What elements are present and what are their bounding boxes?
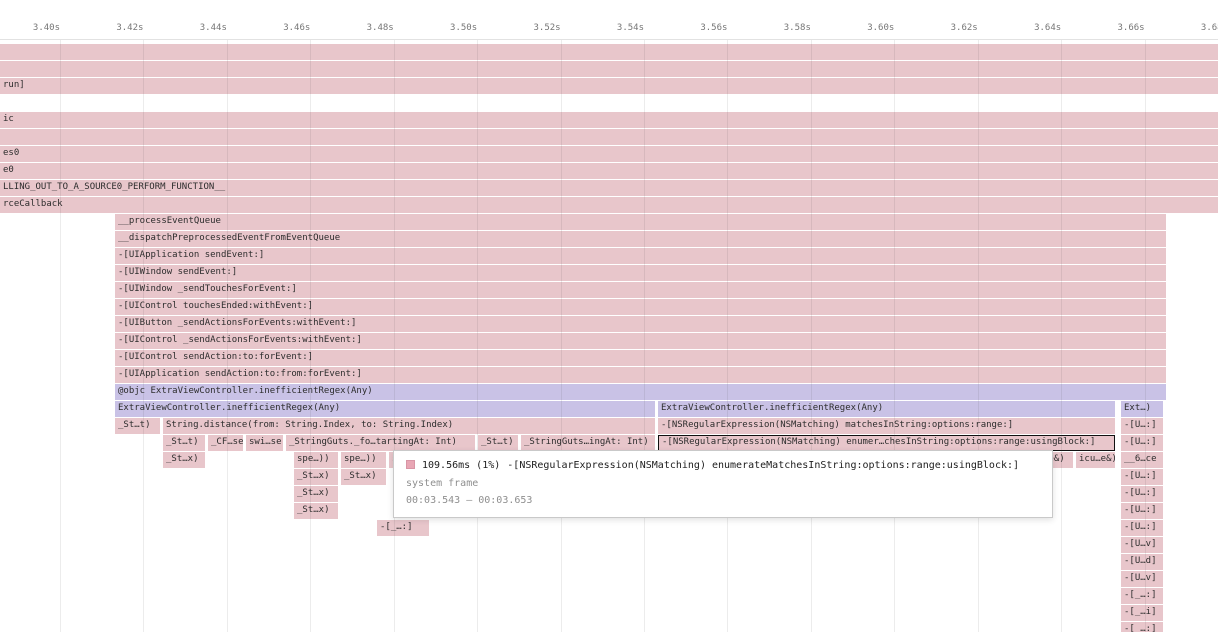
- flame-frame[interactable]: _StringGuts._fo…tartingAt: Int): [286, 435, 475, 451]
- flame-frame[interactable]: [0, 61, 1218, 77]
- flame-frame[interactable]: -[U…:]: [1121, 435, 1163, 451]
- flame-frame[interactable]: e0: [0, 163, 1218, 179]
- flame-frame-selected[interactable]: -[NSRegularExpression(NSMatching) enumer…: [658, 435, 1115, 451]
- flame-frame[interactable]: -[UIWindow _sendTouchesForEvent:]: [115, 282, 1166, 298]
- flame-frame[interactable]: -[UIApplication sendEvent:]: [115, 248, 1166, 264]
- time-tick-label: 3.56s: [671, 23, 727, 33]
- flame-frame[interactable]: Ext…): [1121, 401, 1163, 417]
- flame-frame[interactable]: __6…ce: [1121, 452, 1163, 468]
- flame-frame[interactable]: icu…e&): [1076, 452, 1115, 468]
- flame-frame[interactable]: _CF…se: [208, 435, 243, 451]
- time-ruler[interactable]: 3.40s 3.42s 3.44s 3.46s 3.48s 3.50s 3.52s 3.54s…: [0, 0, 1218, 40]
- flame-chart-view[interactable]: 3.40s 3.42s 3.44s 3.46s 3.48s 3.50s 3.52s 3.54s…: [0, 0, 1218, 632]
- flame-frame[interactable]: -[UIControl touchesEnded:withEvent:]: [115, 299, 1166, 315]
- flame-frame[interactable]: [0, 44, 1218, 60]
- flame-frame[interactable]: -[U…d]: [1121, 554, 1163, 570]
- time-tick-label: 3.58s: [755, 23, 811, 33]
- tooltip-frame-kind: system frame: [406, 475, 1040, 492]
- flame-frame[interactable]: LLING_OUT_TO_A_SOURCE0_PERFORM_FUNCTION_…: [0, 180, 1218, 196]
- flame-frame[interactable]: -[_…:]: [377, 520, 429, 536]
- flame-frame[interactable]: -[U…:]: [1121, 520, 1163, 536]
- flame-frame[interactable]: es0: [0, 146, 1218, 162]
- flame-frame[interactable]: -[_…i]: [1121, 605, 1163, 621]
- flame-frame[interactable]: -[U…:]: [1121, 503, 1163, 519]
- flame-frame[interactable]: _St…t): [478, 435, 518, 451]
- flame-frame[interactable]: spe…)): [341, 452, 386, 468]
- flame-frame[interactable]: _St…x): [341, 469, 386, 485]
- time-tick-label: 3.54s: [588, 23, 644, 33]
- flame-frame[interactable]: -[UIApplication sendAction:to:from:forEv…: [115, 367, 1166, 383]
- flame-frame[interactable]: ExtraViewController.inefficientRegex(Any…: [658, 401, 1115, 417]
- time-tick-label: 3.44s: [171, 23, 227, 33]
- flame-frame[interactable]: __processEventQueue: [115, 214, 1166, 230]
- flame-frame[interactable]: -[UIControl _sendActionsForEvents:withEv…: [115, 333, 1166, 349]
- flame-frame[interactable]: -[_…:]: [1121, 588, 1163, 604]
- tooltip-symbol: -[NSRegularExpression(NSMatching) enumer…: [507, 460, 1019, 471]
- time-tick-label: 3.52s: [505, 23, 561, 33]
- flame-frame[interactable]: _StringGuts…ingAt: Int): [521, 435, 655, 451]
- flame-frame[interactable]: _St…t): [163, 435, 205, 451]
- tooltip-duration: 109.56ms (1%): [422, 460, 500, 471]
- flame-frame[interactable]: _St…x): [294, 486, 338, 502]
- flame-frame[interactable]: swi…se: [246, 435, 283, 451]
- flame-frame[interactable]: -[U…:]: [1121, 418, 1163, 434]
- flame-frame[interactable]: -[_…:]: [1121, 622, 1163, 632]
- flame-frame[interactable]: [0, 129, 1218, 145]
- frame-color-swatch-icon: [406, 460, 415, 469]
- time-tick-label: 3.40s: [4, 23, 60, 33]
- time-tick-label: 3.48s: [338, 23, 394, 33]
- time-tick-label: 3.66s: [1089, 23, 1145, 33]
- time-tick-label: 3.68s: [1172, 23, 1218, 33]
- flame-frame[interactable]: _St…x): [163, 452, 205, 468]
- time-tick-label: 3.46s: [254, 23, 310, 33]
- flame-frame[interactable]: -[U…v]: [1121, 537, 1163, 553]
- flame-frame[interactable]: -[U…v]: [1121, 571, 1163, 587]
- flame-frame[interactable]: spe…)): [294, 452, 338, 468]
- flame-frame[interactable]: @objc ExtraViewController.inefficientReg…: [115, 384, 1166, 400]
- flame-frame[interactable]: __dispatchPreprocessedEventFromEventQueu…: [115, 231, 1166, 247]
- frame-tooltip: 109.56ms (1%) -[NSRegularExpression(NSMat…: [393, 450, 1053, 518]
- flame-frame[interactable]: run]: [0, 78, 1218, 94]
- flame-frame[interactable]: -[U…:]: [1121, 486, 1163, 502]
- flame-frame[interactable]: _St…x): [294, 469, 338, 485]
- flame-frame[interactable]: ExtraViewController.inefficientRegex(Any…: [115, 401, 655, 417]
- flame-frame[interactable]: -[U…:]: [1121, 469, 1163, 485]
- time-tick-label: 3.62s: [922, 23, 978, 33]
- flame-frame[interactable]: -[UIWindow sendEvent:]: [115, 265, 1166, 281]
- time-tick-label: 3.50s: [421, 23, 477, 33]
- time-tick-label: 3.64s: [1005, 23, 1061, 33]
- flame-frame[interactable]: -[UIControl sendAction:to:forEvent:]: [115, 350, 1166, 366]
- tooltip-time-range: 00:03.543 — 00:03.653: [406, 492, 1040, 509]
- time-tick-label: 3.42s: [87, 23, 143, 33]
- flame-frame[interactable]: -[NSRegularExpression(NSMatching) matche…: [658, 418, 1115, 434]
- flame-frame[interactable]: _St…x): [294, 503, 338, 519]
- tooltip-title: 109.56ms (1%) -[NSRegularExpression(NSMat…: [406, 457, 1040, 475]
- flame-frame[interactable]: _St…t): [115, 418, 160, 434]
- time-tick-label: 3.60s: [838, 23, 894, 33]
- flame-frame[interactable]: ic: [0, 112, 1218, 128]
- flame-frame[interactable]: String.distance(from: String.Index, to: …: [163, 418, 655, 434]
- flame-frame[interactable]: rceCallback: [0, 197, 1218, 213]
- flame-frame[interactable]: -[UIButton _sendActionsForEvents:withEve…: [115, 316, 1166, 332]
